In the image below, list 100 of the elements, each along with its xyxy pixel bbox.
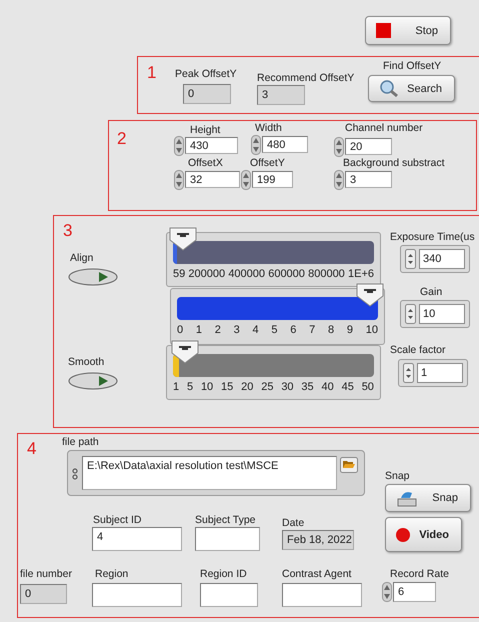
- indicator-field: 0: [183, 84, 231, 104]
- spinner-icon[interactable]: [403, 363, 414, 383]
- indicator-field: 3: [257, 85, 305, 105]
- spinner-icon[interactable]: [334, 170, 344, 190]
- indicator-field: 0: [20, 584, 67, 604]
- scale-label: 200000: [188, 268, 226, 280]
- path-field[interactable]: E:\Rex\Data\axial resolution test\MSCE: [82, 456, 337, 490]
- scale-label: 0: [177, 324, 184, 336]
- spinner-icon[interactable]: [334, 137, 344, 157]
- scale-label: 10: [200, 381, 214, 393]
- input-field[interactable]: [282, 583, 362, 607]
- scale-label: 2: [214, 324, 221, 336]
- scale-label: 1: [173, 381, 180, 393]
- field-label: Width: [255, 122, 282, 134]
- slider-thumb[interactable]: [356, 283, 384, 307]
- section-number: 4: [27, 440, 36, 457]
- numeric-control[interactable]: 340: [400, 245, 470, 273]
- stop-icon: [376, 23, 391, 38]
- scale-label: 5: [186, 381, 194, 393]
- numeric-field[interactable]: 199: [252, 171, 293, 188]
- toggle-switch[interactable]: [68, 372, 118, 390]
- input-field[interactable]: [92, 583, 182, 607]
- numeric-label: Gain: [420, 286, 442, 298]
- scale-label: 9: [346, 324, 353, 336]
- section-number: 1: [147, 64, 156, 81]
- button-label: Snap: [385, 470, 410, 482]
- input-field[interactable]: [200, 583, 258, 607]
- folder-icon[interactable]: [340, 457, 358, 473]
- indicator-field: Feb 18, 2022: [282, 530, 354, 550]
- numeric-control[interactable]: 1: [398, 359, 468, 387]
- scale-label: 40: [322, 381, 334, 393]
- spinner-icon[interactable]: [405, 304, 416, 324]
- scale-label: 800000: [308, 268, 345, 280]
- scale-label: 5: [271, 324, 278, 336]
- scale-label: 25: [261, 381, 274, 393]
- scale-label: 8: [328, 324, 334, 336]
- scale-label: 50: [362, 381, 374, 393]
- scale-label: 3: [234, 324, 240, 336]
- section-number: 2: [117, 130, 126, 147]
- spinner-icon[interactable]: [174, 136, 184, 156]
- spinner-icon[interactable]: [382, 582, 392, 602]
- scale-label: 59: [173, 268, 186, 280]
- input-field[interactable]: [195, 527, 260, 551]
- toggle-switch[interactable]: [68, 268, 118, 286]
- input-field[interactable]: 6: [393, 582, 436, 602]
- field-label: Record Rate: [390, 568, 449, 580]
- scale-label: 1E+6: [348, 268, 374, 280]
- snap-button[interactable]: Snap: [385, 484, 471, 512]
- scale-label: 30: [281, 381, 294, 393]
- numeric-label: Exposure Time(us: [390, 231, 475, 243]
- numeric-label: Scale factor: [390, 344, 446, 356]
- spinner-icon[interactable]: [405, 249, 416, 269]
- field-label: Subject Type: [195, 514, 256, 526]
- section-number: 3: [63, 222, 72, 239]
- spinner-icon[interactable]: [251, 135, 261, 155]
- field-label: file path: [62, 436, 99, 448]
- field-label: Subject ID: [93, 514, 142, 526]
- numeric-field[interactable]: 20: [345, 138, 392, 155]
- toggle-label: Smooth: [68, 356, 104, 368]
- spinner-icon[interactable]: [174, 170, 184, 190]
- scale-label: 45: [342, 381, 354, 393]
- field-label: Recommend OffsetY: [257, 72, 354, 84]
- record-icon: [396, 528, 410, 542]
- path-icon: [72, 468, 78, 480]
- field-label: OffsetY: [250, 157, 285, 169]
- input-field[interactable]: 4: [92, 527, 182, 551]
- field-label: Channel number: [345, 122, 423, 134]
- field-label: Height: [190, 124, 220, 136]
- scale-label: 7: [309, 324, 316, 336]
- field-label: Region: [95, 568, 128, 580]
- scale-label: 1: [196, 324, 202, 336]
- numeric-field[interactable]: 32: [185, 171, 240, 188]
- numeric-field[interactable]: 3: [345, 171, 392, 188]
- search-icon: [379, 80, 399, 98]
- video-button[interactable]: Video: [385, 517, 462, 552]
- field-label: OffsetX: [188, 157, 223, 169]
- field-label: Contrast Agent: [282, 568, 352, 580]
- search-button[interactable]: Search: [368, 75, 455, 102]
- stop-button[interactable]: Stop: [365, 16, 451, 45]
- scale-label: 15: [221, 381, 234, 393]
- scale-label: 10: [366, 324, 378, 336]
- button-label: Find OffsetY: [383, 60, 442, 72]
- numeric-field[interactable]: 480: [262, 136, 308, 153]
- camera-tray-icon: [396, 489, 418, 507]
- scale-label: 20: [241, 381, 254, 393]
- field-label: Date: [282, 517, 304, 529]
- field-label: Region ID: [200, 568, 247, 580]
- scale-label: 35: [301, 381, 314, 393]
- numeric-field[interactable]: 430: [185, 137, 238, 154]
- field-label: Peak OffsetY: [175, 68, 237, 80]
- scale-label: 400000: [228, 268, 266, 280]
- numeric-control[interactable]: 10: [400, 300, 470, 328]
- scale-label: 600000: [268, 268, 305, 280]
- toggle-label: Align: [70, 252, 94, 264]
- field-label: Background substract: [343, 157, 445, 169]
- scale-label: 4: [252, 324, 259, 336]
- spinner-icon[interactable]: [241, 170, 251, 190]
- slider-thumb[interactable]: [170, 340, 199, 364]
- slider-thumb[interactable]: [168, 227, 197, 251]
- field-label: file number: [20, 568, 72, 580]
